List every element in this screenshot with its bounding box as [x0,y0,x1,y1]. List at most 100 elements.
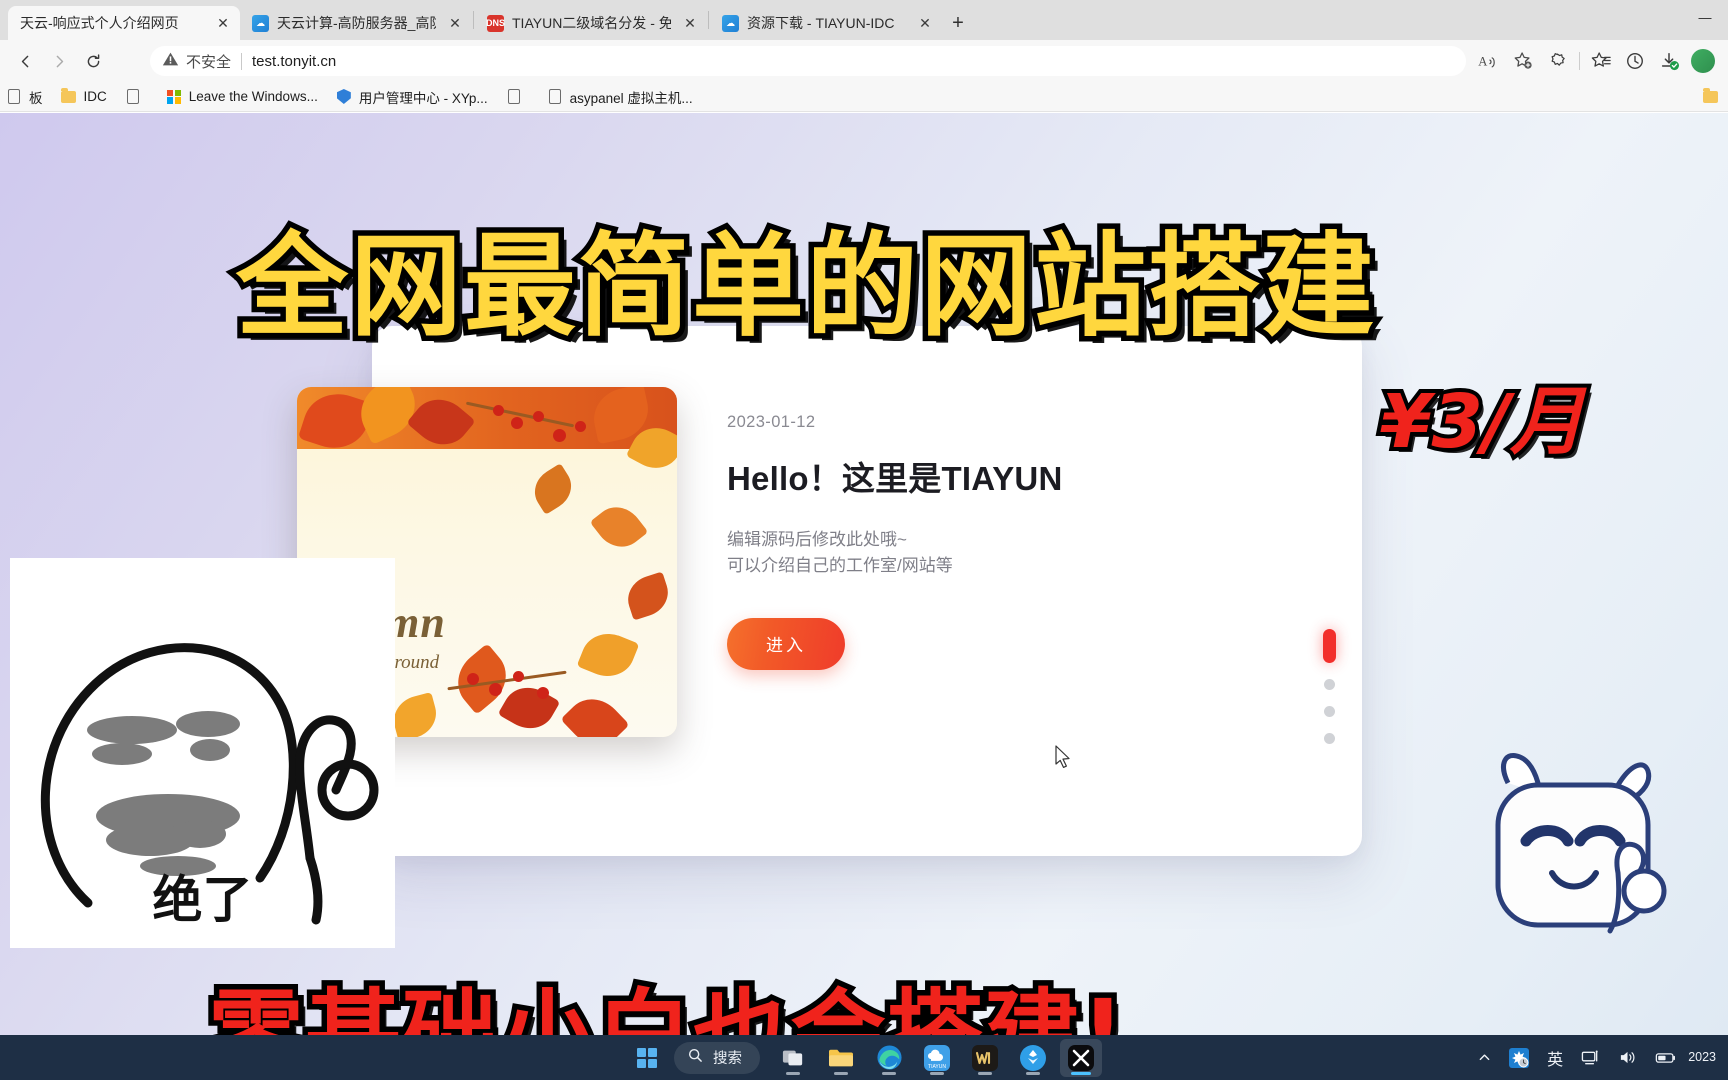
back-icon[interactable] [8,46,42,76]
bookmark-item-idc[interactable]: IDC [53,86,115,108]
shield-icon [336,89,352,105]
browser-toolbar: 不安全 test.tonyit.cn A [0,40,1728,82]
forward-icon[interactable] [42,46,76,76]
card-date: 2023-01-12 [727,413,816,431]
bookmark-item-leave-windows[interactable]: Leave the Windows... [158,86,326,108]
taskbar-clock[interactable]: 2023 [1688,1050,1722,1064]
tab-title: 天云-响应式个人介绍网页 [20,15,179,31]
tab-close-icon[interactable]: ✕ [914,12,936,34]
microsoft-icon [166,89,182,105]
browser-tab-3[interactable]: ☁ 资源下载 - TIAYUN-IDC ✕ [710,6,942,40]
windows-taskbar: 搜索 TIAYUN 英 2023 [0,1035,1728,1080]
pagination-dot-active[interactable] [1323,629,1336,663]
page-icon [547,89,563,105]
minimize-button[interactable]: — [1682,0,1728,34]
system-tray: 英 2023 [1471,1041,1722,1075]
history-icon[interactable] [1618,46,1652,76]
bookmark-label: 板 [29,90,43,106]
svg-text:A: A [1478,55,1487,69]
volume-icon[interactable] [1611,1044,1644,1071]
berry-icon [513,671,524,682]
new-tab-button[interactable]: + [942,8,974,38]
tab-title: TIAYUN二级域名分发 - 免费二级 [512,15,671,31]
tab-close-icon[interactable]: ✕ [444,12,466,34]
profile-avatar-icon[interactable] [1686,46,1720,76]
berry-icon [511,417,523,429]
address-bar[interactable]: 不安全 test.tonyit.cn [150,46,1466,76]
app-running-indicator [834,1071,848,1075]
taskbar-app-blue-app[interactable] [1012,1039,1054,1077]
browser-window: 天云-响应式个人介绍网页 ✕ ☁ 天云计算-高防服务器_高防云主机 ✕ DNS … [0,0,1728,1080]
mascot-drawing [1495,753,1667,934]
card-desc-line2: 可以介绍自己的工作室/网站等 [727,556,953,576]
card-title: Hello！这里是TIAYUN [727,460,1063,497]
battery-icon[interactable] [1648,1045,1684,1071]
taskbar-app-file-explorer[interactable] [820,1039,862,1077]
start-button[interactable] [626,1039,668,1077]
pagination-dot[interactable] [1324,679,1335,690]
bookmark-item-user-center[interactable]: 用户管理中心 - XYp... [328,84,496,110]
window-controls: — [1682,0,1728,34]
tab-title: 资源下载 - TIAYUN-IDC [747,15,895,31]
overlay-headline: 全网最简单的网站搭建 [231,222,1380,352]
search-label: 搜索 [713,1051,742,1067]
overlay-bottom-text: 零基础小白也会搭建! [203,979,1131,1036]
browser-tab-1[interactable]: ☁ 天云计算-高防服务器_高防云主机 ✕ [240,6,472,40]
bookmark-label: IDC [83,89,107,104]
bookmark-item-easypanel[interactable]: asypanel 虚拟主机... [539,84,701,110]
collections-icon[interactable] [1540,46,1574,76]
enter-button[interactable]: 进入 [727,617,845,670]
svg-text:TIAYUN: TIAYUN [928,1064,946,1070]
taskbar-app-tiayun[interactable]: TIAYUN [916,1039,958,1077]
read-aloud-icon[interactable]: A [1472,46,1506,76]
bookmarks-bar: 板 IDC Leave the Windows... 用户管理中心 - XYp.… [0,82,1728,112]
pagination-dots [1323,629,1336,744]
search-icon [688,1048,703,1067]
pagination-dot[interactable] [1324,733,1335,744]
taskbar-app-capcut[interactable] [1060,1038,1102,1077]
tab-close-icon[interactable]: ✕ [212,12,234,34]
app-running-indicator [882,1071,896,1075]
bookmarks-overflow-button[interactable] [1702,87,1724,105]
tray-overflow-chevron-icon[interactable] [1471,1046,1498,1069]
network-icon[interactable] [1574,1044,1607,1072]
meme-caption: 绝了 [152,871,253,929]
taskbar-search[interactable]: 搜索 [674,1041,760,1074]
berry-icon [467,673,479,685]
bookmark-item[interactable] [498,86,537,108]
pagination-dot[interactable] [1324,706,1335,717]
bookmark-label: asypanel 虚拟主机... [569,90,693,106]
tab-close-icon[interactable]: ✕ [679,12,701,34]
ime-indicator[interactable]: 英 [1540,1041,1570,1075]
taskbar-app-microsoft-edge[interactable] [868,1039,910,1077]
downloads-icon[interactable] [1652,46,1686,76]
url-text: test.tonyit.cn [252,52,337,70]
refresh-icon[interactable] [76,46,110,76]
browser-tab-2[interactable]: DNS TIAYUN二级域名分发 - 免费二级 ✕ [475,6,707,40]
page-icon [6,89,22,105]
security-label: 不安全 [186,53,232,71]
meme-sticker: 绝了 [10,558,395,948]
security-warning[interactable]: 不安全 [162,51,231,72]
tab-title: 天云计算-高防服务器_高防云主机 [277,15,436,31]
tab-favicon-icon: DNS [486,14,505,32]
page-icon [125,89,141,105]
bookmark-item[interactable]: 板 [4,84,51,110]
omnibox-divider [241,52,243,70]
app-running-indicator [978,1071,992,1075]
tray-app-icon[interactable] [1502,1043,1536,1073]
taskbar-app-wps[interactable] [964,1039,1006,1077]
toolbar-actions: A [1472,46,1720,76]
favorites-icon[interactable] [1584,46,1618,76]
card-desc-line1: 编辑源码后修改此处哦~ [727,530,907,549]
toolbar-divider [1574,46,1584,76]
tab-separator [708,11,709,29]
taskbar-app-task-view[interactable] [772,1039,814,1077]
add-favorite-star-icon[interactable] [1506,46,1540,76]
tab-favicon-icon: ☁ [722,14,739,32]
tab-separator [473,11,474,29]
bookmark-item[interactable] [117,86,156,108]
folder-icon [61,87,77,105]
app-running-indicator [786,1071,800,1075]
browser-tab-0[interactable]: 天云-响应式个人介绍网页 ✕ [8,6,240,40]
